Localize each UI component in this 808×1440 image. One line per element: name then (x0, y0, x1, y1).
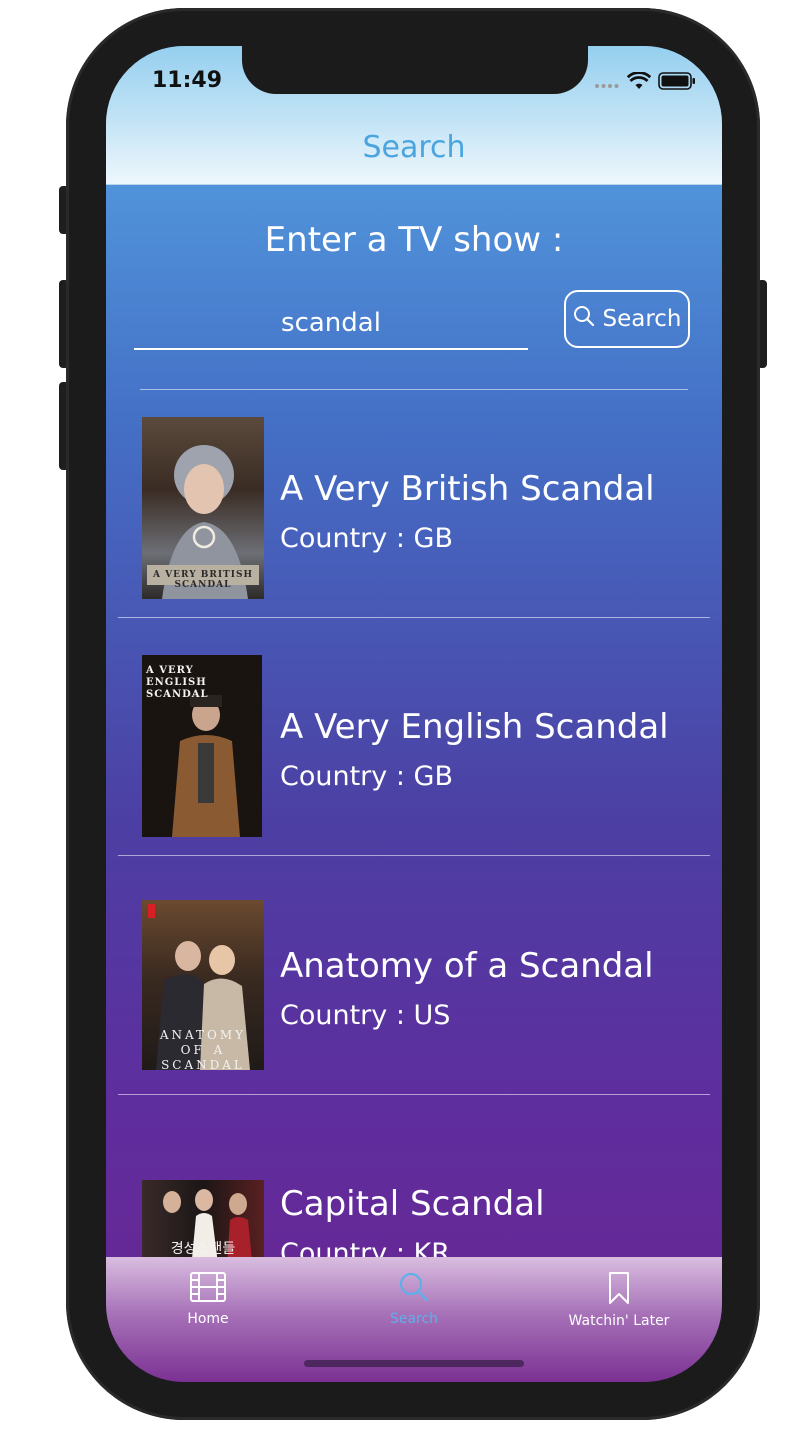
status-time: 11:49 (152, 68, 223, 93)
show-poster: ANATOMY OF A SCANDAL (142, 900, 264, 1070)
divider (118, 1094, 710, 1095)
search-input[interactable] (134, 298, 528, 350)
battery-icon (658, 72, 696, 94)
search-button-label: Search (602, 306, 682, 332)
list-item[interactable]: ANATOMY OF A SCANDAL Anatomy of a Scanda… (106, 900, 722, 1136)
tab-search[interactable]: Search (334, 1271, 494, 1327)
home-indicator[interactable] (304, 1360, 524, 1367)
search-prompt: Enter a TV show : (264, 220, 564, 260)
bookmark-icon (605, 1272, 633, 1309)
search-button[interactable]: Search (564, 290, 690, 348)
camera-notch (242, 46, 588, 94)
show-poster: A VERY ENGLISH SCANDAL (142, 655, 262, 837)
poster-caption: ANATOMY OF A SCANDAL (159, 1028, 247, 1070)
tab-watchin-later[interactable]: Watchin' Later (539, 1271, 699, 1329)
film-icon (189, 1272, 227, 1307)
signal-icon (594, 74, 620, 93)
nav-title: Search (362, 130, 466, 165)
poster-caption: A VERY BRITISH SCANDAL (153, 570, 253, 590)
wifi-icon (626, 71, 652, 94)
tab-home-label: Home (187, 1311, 229, 1327)
divider (118, 855, 710, 856)
show-country: Country : US (280, 1000, 451, 1031)
app-screen: 11:49 Search Enter a TV show : Search (106, 46, 722, 1382)
tab-watchin-later-label: Watchin' Later (568, 1313, 670, 1329)
divider (140, 389, 688, 390)
tab-search-label: Search (389, 1311, 439, 1327)
show-title: A Very British Scandal (280, 469, 655, 509)
poster-caption: A VERY ENGLISH SCANDAL (146, 665, 209, 700)
show-country: Country : GB (280, 761, 453, 792)
show-title: Capital Scandal (280, 1184, 545, 1224)
divider (118, 617, 710, 618)
show-title: A Very English Scandal (280, 707, 669, 747)
status-icons (594, 71, 696, 94)
search-icon (572, 304, 596, 334)
search-icon (397, 1272, 431, 1307)
show-country: Country : GB (280, 523, 453, 554)
show-title: Anatomy of a Scandal (280, 946, 654, 986)
show-poster: A VERY BRITISH SCANDAL (142, 417, 264, 599)
poster-caption: 경성스캔들 (170, 1241, 236, 1257)
tab-home[interactable]: Home (128, 1271, 288, 1327)
